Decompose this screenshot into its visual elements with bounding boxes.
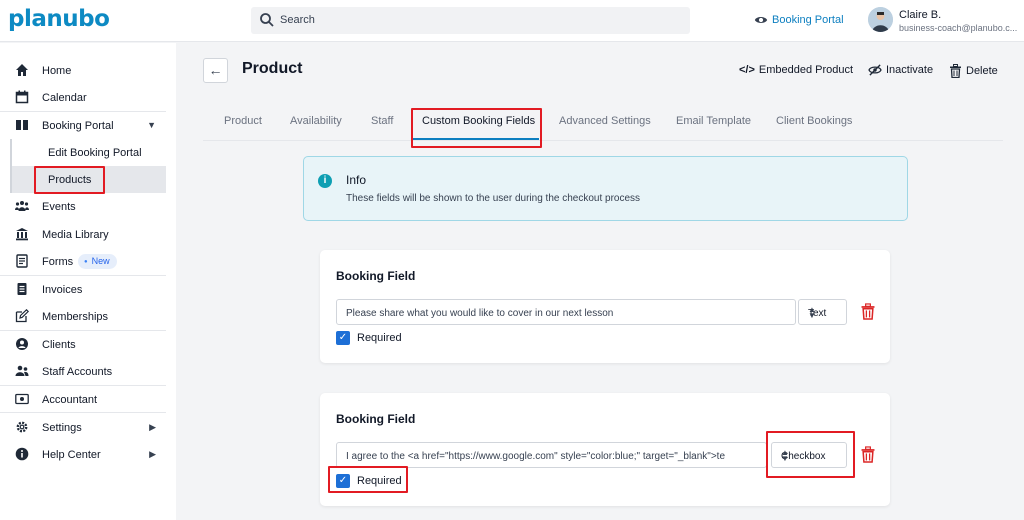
chevron-right-icon: ▶ bbox=[149, 449, 156, 459]
info-text: These fields will be shown to the user d… bbox=[346, 193, 641, 204]
booking-field-card: Booking Field Please share what you woul… bbox=[320, 250, 890, 363]
user-email: business-coach@planubo.c... bbox=[899, 23, 1018, 33]
inactivate-button[interactable]: Inactivate bbox=[868, 64, 933, 76]
booking-field-value: Please share what you would like to cove… bbox=[346, 308, 614, 319]
booking-field-value: I agree to the <a href="https://www.goog… bbox=[346, 451, 726, 462]
chevron-right-icon: ▶ bbox=[149, 422, 156, 432]
code-icon: </> bbox=[739, 64, 755, 76]
home-icon bbox=[16, 64, 28, 76]
sidebar-item-forms[interactable]: Forms New bbox=[0, 248, 166, 275]
sidebar-item-clients[interactable]: Clients bbox=[0, 331, 166, 358]
sidebar-item-label: Invoices bbox=[42, 284, 83, 296]
field-type-select[interactable]: Text ▲ ▼ bbox=[798, 299, 847, 325]
search-box[interactable]: Search bbox=[251, 7, 690, 34]
sidebar-item-booking-portal[interactable]: Booking Portal ▼ bbox=[0, 112, 166, 139]
tab-advanced-settings[interactable]: Advanced Settings bbox=[559, 115, 651, 127]
tab-product[interactable]: Product bbox=[224, 115, 262, 127]
trash-icon bbox=[950, 64, 961, 78]
select-caret-icon: ▲ ▼ bbox=[808, 305, 816, 320]
sidebar-item-accountant[interactable]: Accountant bbox=[0, 386, 166, 413]
tab-bar: Product Availability Staff Custom Bookin… bbox=[203, 108, 1003, 141]
checkmark-icon: ✓ bbox=[336, 331, 350, 345]
sidebar-item-label: Events bbox=[42, 201, 76, 213]
users-icon bbox=[15, 365, 29, 376]
sidebar-item-calendar[interactable]: Calendar bbox=[0, 84, 166, 111]
sidebar-item-settings[interactable]: Settings ▶ bbox=[0, 414, 166, 441]
sidebar-item-edit-booking-portal[interactable]: Edit Booking Portal bbox=[10, 139, 166, 166]
avatar[interactable] bbox=[868, 7, 893, 32]
info-alert: i Info These fields will be shown to the… bbox=[303, 156, 908, 221]
tab-client-bookings[interactable]: Client Bookings bbox=[776, 115, 852, 127]
highlight-box-required bbox=[328, 466, 408, 493]
sidebar-item-invoices[interactable]: Invoices bbox=[0, 276, 166, 303]
booking-field-input[interactable]: Please share what you would like to cove… bbox=[336, 299, 796, 325]
info-icon bbox=[15, 447, 29, 461]
required-label: Required bbox=[357, 332, 402, 344]
highlight-box-type-select bbox=[766, 431, 855, 478]
booking-field-title: Booking Field bbox=[336, 412, 416, 426]
required-checkbox[interactable]: ✓ Required bbox=[336, 331, 402, 345]
info-title: Info bbox=[346, 173, 367, 187]
trash-icon[interactable] bbox=[861, 303, 875, 320]
sidebar-item-label: Accountant bbox=[42, 394, 98, 406]
planubo-logo[interactable]: planubo bbox=[8, 6, 110, 32]
eye-slash-icon bbox=[868, 64, 882, 76]
delete-label: Delete bbox=[966, 65, 998, 77]
group-icon bbox=[15, 201, 29, 211]
sidebar-item-label: Help Center bbox=[42, 449, 101, 461]
sidebar-item-label: Calendar bbox=[42, 92, 87, 104]
sidebar-item-help-center[interactable]: Help Center ▶ bbox=[0, 441, 166, 468]
search-icon bbox=[260, 13, 274, 27]
user-name[interactable]: Claire B. bbox=[899, 9, 941, 21]
delete-button[interactable]: Delete bbox=[949, 64, 998, 78]
book-icon bbox=[16, 120, 28, 130]
calendar-icon bbox=[15, 90, 29, 104]
sidebar-item-label: Booking Portal bbox=[42, 120, 114, 132]
edit-icon bbox=[15, 309, 29, 323]
forms-icon bbox=[16, 254, 28, 268]
highlight-box-products bbox=[34, 166, 105, 194]
main-content: ← Product </> Embedded Product Inactivat… bbox=[177, 43, 1024, 520]
sidebar-item-media-library[interactable]: Media Library bbox=[0, 221, 166, 248]
sidebar-item-label: Clients bbox=[42, 339, 76, 351]
tab-staff[interactable]: Staff bbox=[371, 115, 393, 127]
sidebar-item-staff-accounts[interactable]: Staff Accounts bbox=[0, 358, 166, 385]
sidebar-item-events[interactable]: Events bbox=[0, 193, 166, 220]
new-badge: New bbox=[78, 254, 117, 269]
invoice-icon bbox=[17, 283, 27, 295]
eye-icon bbox=[754, 17, 768, 23]
embedded-product-button[interactable]: </> Embedded Product bbox=[739, 64, 853, 76]
sidebar-item-label: Memberships bbox=[42, 311, 109, 323]
top-bar: planubo Search Booking Portal Claire B. … bbox=[0, 0, 1024, 42]
sidebar-item-memberships[interactable]: Memberships bbox=[0, 303, 166, 330]
booking-field-title: Booking Field bbox=[336, 269, 416, 283]
tab-availability[interactable]: Availability bbox=[290, 115, 342, 127]
sidebar-divider bbox=[0, 412, 166, 413]
page-title: Product bbox=[242, 60, 303, 77]
trash-icon[interactable] bbox=[861, 446, 875, 463]
embedded-product-label: Embedded Product bbox=[758, 64, 854, 76]
sidebar-item-home[interactable]: Home bbox=[0, 57, 166, 84]
booking-field-input[interactable]: I agree to the <a href="https://www.goog… bbox=[336, 442, 767, 468]
sidebar-item-label: Edit Booking Portal bbox=[48, 147, 142, 159]
highlight-box-custom-fields-tab bbox=[411, 108, 542, 148]
sidebar-item-label: Settings bbox=[42, 422, 82, 434]
user-circle-icon bbox=[16, 338, 28, 350]
booking-portal-label: Booking Portal bbox=[772, 14, 844, 26]
tab-email-template[interactable]: Email Template bbox=[676, 115, 751, 127]
sidebar-item-label: Home bbox=[42, 65, 72, 77]
booking-portal-link[interactable]: Booking Portal bbox=[754, 13, 844, 27]
sidebar: Home Calendar Booking Portal ▼ Edit Book… bbox=[0, 43, 176, 520]
inactivate-label: Inactivate bbox=[886, 64, 934, 76]
library-icon bbox=[16, 228, 28, 241]
info-icon: i bbox=[318, 174, 332, 188]
chevron-down-icon: ▼ bbox=[147, 120, 156, 130]
gear-icon bbox=[16, 421, 28, 433]
sidebar-item-label: Forms bbox=[42, 256, 74, 268]
back-button[interactable]: ← bbox=[203, 58, 228, 83]
cash-icon bbox=[15, 393, 29, 405]
sidebar-item-label: Staff Accounts bbox=[42, 366, 113, 378]
search-placeholder: Search bbox=[280, 14, 315, 26]
sidebar-item-label: Media Library bbox=[42, 229, 109, 241]
